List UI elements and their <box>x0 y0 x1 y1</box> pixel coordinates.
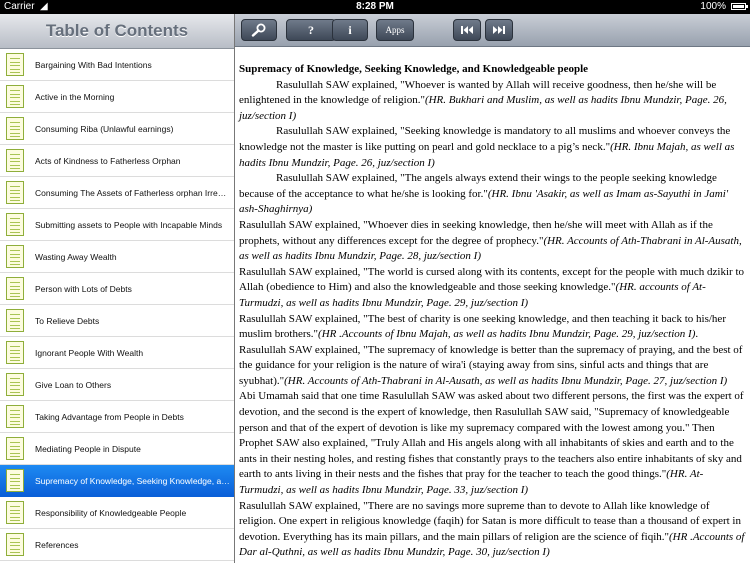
toc-item[interactable]: References <box>0 529 234 561</box>
document-icon <box>6 501 24 524</box>
paragraph-source: (HR .Accounts of Ibnu Majah, as well as … <box>318 328 696 341</box>
toc-item[interactable]: Person with Lots of Debts <box>0 273 234 305</box>
info-button[interactable]: i <box>332 19 368 41</box>
toc-item[interactable]: Supremacy of Knowledge, Seeking Knowledg… <box>0 465 234 497</box>
article-paragraph: Rasulullah SAW explained, "Whoever is wa… <box>239 78 747 125</box>
sidebar-title: Table of Contents <box>45 21 189 40</box>
document-icon <box>6 149 24 172</box>
search-button[interactable] <box>241 19 277 41</box>
article-paragraph: Abi Umamah said that one time Rasulullah… <box>239 389 747 498</box>
article-paragraph: Rasulullah SAW explained, "Whoever dies … <box>239 218 747 265</box>
article-paragraph: Rasulullah SAW explained, "The best of c… <box>239 312 747 343</box>
toc-item-label: To Relieve Debts <box>35 315 100 326</box>
toc-item-label: Give Loan to Others <box>35 379 112 390</box>
apps-button[interactable]: Apps <box>376 19 414 41</box>
document-icon <box>6 309 24 332</box>
document-icon <box>6 245 24 268</box>
article-content: Supremacy of Knowledge, Seeking Knowledg… <box>239 62 747 561</box>
toc-item-label: Ignorant People With Wealth <box>35 347 144 358</box>
toolbar: ? i Apps <box>235 14 750 47</box>
toc-item[interactable]: Active in the Morning <box>0 81 234 113</box>
toc-item[interactable]: Wasting Away Wealth <box>0 241 234 273</box>
status-bar: Carrier ◢ 8:28 PM 100% <box>0 0 750 14</box>
next-button[interactable] <box>485 19 513 41</box>
toc-item[interactable]: To Relieve Debts <box>0 305 234 337</box>
toc-item-label: Consuming Riba (Unlawful earnings) <box>35 123 174 134</box>
info-label: i <box>348 22 352 37</box>
document-icon <box>6 213 24 236</box>
magnifier-icon <box>251 23 266 37</box>
toc-item-label: Wasting Away Wealth <box>35 251 117 262</box>
paragraph-source: (HR. Accounts of Ath-Thabrani in Al-Ausa… <box>284 374 728 387</box>
sidebar-header: Table of Contents <box>0 14 234 49</box>
document-icon <box>6 469 24 492</box>
toc-item[interactable]: Consuming The Assets of Fatherless orpha… <box>0 177 234 209</box>
document-icon <box>6 437 24 460</box>
toc-item-label: Mediating People in Dispute <box>35 443 141 454</box>
skip-back-icon <box>461 26 473 34</box>
toc-item-label: Submitting assets to People with Incapab… <box>35 219 223 230</box>
article-paragraph: Rasulullah SAW explained, "The supremacy… <box>239 343 747 390</box>
help-button[interactable]: ? <box>286 19 336 41</box>
apps-label: Apps <box>385 25 405 35</box>
toc-item-label: Acts of Kindness to Fatherless Orphan <box>35 155 181 166</box>
article-paragraph: Rasulullah SAW explained, "There are no … <box>239 499 747 561</box>
toc-item-label: Person with Lots of Debts <box>35 283 132 294</box>
article-paragraph: Rasulullah SAW explained, "The world is … <box>239 265 747 312</box>
toc-item[interactable]: Ignorant People With Wealth <box>0 337 234 369</box>
document-icon <box>6 85 24 108</box>
document-icon <box>6 181 24 204</box>
toc-item-label: Bargaining With Bad Intentions <box>35 59 152 70</box>
battery-percent: 100% <box>700 1 726 12</box>
document-icon <box>6 405 24 428</box>
toc-item-label: References <box>35 539 79 550</box>
article-paragraph: Rasulullah SAW explained, "The angels al… <box>239 171 747 218</box>
toc-item[interactable]: Bargaining With Bad Intentions <box>0 49 234 81</box>
toc-list: Bargaining With Bad Intentions Active in … <box>0 49 234 561</box>
toc-item[interactable]: Acts of Kindness to Fatherless Orphan <box>0 145 234 177</box>
toc-item[interactable]: Responsibility of Knowledgeable People <box>0 497 234 529</box>
article-paragraph: Rasulullah SAW explained, "Seeking knowl… <box>239 124 747 171</box>
help-label: ? <box>308 22 314 37</box>
toc-item-label: Consuming The Assets of Fatherless orpha… <box>35 187 230 198</box>
toc-item[interactable]: Mediating People in Dispute <box>0 433 234 465</box>
document-icon <box>6 117 24 140</box>
toc-item-label: Supremacy of Knowledge, Seeking Knowledg… <box>35 475 230 486</box>
toc-item-label: Responsibility of Knowledgeable People <box>35 507 187 518</box>
paragraph-tail: . <box>695 328 699 341</box>
article-title: Supremacy of Knowledge, Seeking Knowledg… <box>239 63 589 75</box>
document-icon <box>6 341 24 364</box>
document-icon <box>6 533 24 556</box>
article-body: Rasulullah SAW explained, "Whoever is wa… <box>239 78 747 561</box>
document-icon <box>6 373 24 396</box>
paragraph-text: Abi Umamah said that one time Rasulullah… <box>239 390 744 481</box>
toc-item[interactable]: Taking Advantage from People in Debts <box>0 401 234 433</box>
toc-item[interactable]: Consuming Riba (Unlawful earnings) <box>0 113 234 145</box>
table-of-contents-sidebar: Table of Contents Bargaining With Bad In… <box>0 14 235 563</box>
battery-icon <box>731 3 746 10</box>
document-icon <box>6 53 24 76</box>
paragraph-text: Rasulullah SAW explained, "There are no … <box>239 499 741 543</box>
clock: 8:28 PM <box>356 1 394 12</box>
toc-item[interactable]: Give Loan to Others <box>0 369 234 401</box>
toc-item-label: Taking Advantage from People in Debts <box>35 411 184 422</box>
previous-button[interactable] <box>453 19 481 41</box>
toc-item[interactable]: Submitting assets to People with Incapab… <box>0 209 234 241</box>
toc-item-label: Active in the Morning <box>35 91 115 102</box>
document-icon <box>6 277 24 300</box>
skip-forward-icon <box>493 26 505 34</box>
